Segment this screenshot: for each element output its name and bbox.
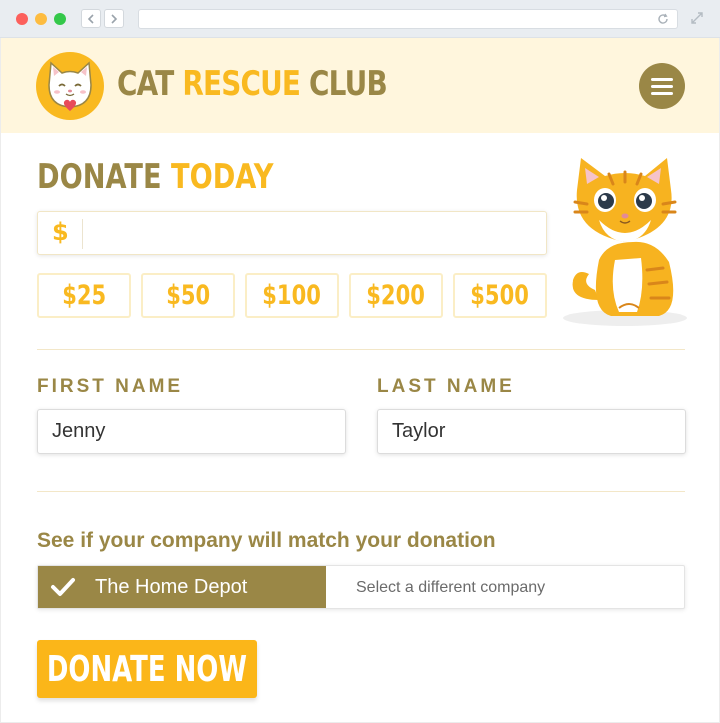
donate-heading-part2: TODAY bbox=[171, 157, 274, 197]
menu-bar bbox=[651, 91, 673, 95]
preset-amount-label: $200 bbox=[366, 280, 426, 311]
preset-amount-button[interactable]: $500 bbox=[453, 273, 547, 318]
chevron-right-icon bbox=[111, 13, 118, 24]
brand-part-rescue: RESCUE bbox=[182, 64, 310, 104]
kitten-illustration bbox=[563, 158, 687, 326]
page: CAT RESCUE CLUB DONATE TODAY $ $25 $50 $… bbox=[0, 38, 720, 723]
donate-heading-part1: DONATE bbox=[37, 157, 172, 197]
preset-amount-button[interactable]: $25 bbox=[37, 273, 131, 318]
forward-button[interactable] bbox=[104, 9, 124, 28]
address-bar[interactable] bbox=[138, 9, 678, 29]
preset-amount-label: $25 bbox=[62, 280, 106, 311]
window-minimize-dot[interactable] bbox=[35, 13, 47, 25]
hamburger-menu-button[interactable] bbox=[639, 63, 685, 109]
checkmark-icon bbox=[51, 578, 75, 596]
preset-amount-button[interactable]: $200 bbox=[349, 273, 443, 318]
preset-amount-label: $100 bbox=[262, 280, 322, 311]
company-match-prompt: See if your company will match your dona… bbox=[37, 529, 496, 552]
first-name-label: FIRST NAME bbox=[37, 376, 184, 397]
window-maximize-dot[interactable] bbox=[54, 13, 66, 25]
menu-bar bbox=[651, 84, 673, 88]
first-name-field[interactable]: Jenny bbox=[37, 409, 346, 454]
brand-part-cat: CAT bbox=[117, 64, 183, 104]
donate-now-label: DONATE NOW bbox=[46, 648, 248, 690]
preset-amount-label: $500 bbox=[470, 280, 530, 311]
last-name-label: LAST NAME bbox=[377, 376, 515, 397]
preset-amount-button[interactable]: $50 bbox=[141, 273, 235, 318]
input-divider bbox=[82, 219, 83, 249]
selected-company-option[interactable]: The Home Depot bbox=[38, 566, 326, 608]
window-close-dot[interactable] bbox=[16, 13, 28, 25]
last-name-field[interactable]: Taylor bbox=[377, 409, 686, 454]
browser-chrome bbox=[0, 0, 720, 38]
selected-company-name: The Home Depot bbox=[95, 576, 248, 598]
currency-symbol: $ bbox=[52, 218, 69, 246]
menu-bar bbox=[651, 77, 673, 81]
reload-icon[interactable] bbox=[657, 13, 669, 25]
company-match-selector: The Home Depot Select a different compan… bbox=[37, 565, 685, 609]
back-button[interactable] bbox=[81, 9, 101, 28]
select-different-company-option[interactable]: Select a different company bbox=[356, 579, 545, 597]
cat-logo-icon[interactable] bbox=[35, 51, 105, 121]
preset-amount-button[interactable]: $100 bbox=[245, 273, 339, 318]
donate-heading: DONATE TODAY bbox=[37, 156, 273, 198]
chevron-left-icon bbox=[87, 13, 94, 24]
donation-amount-input[interactable]: $ bbox=[37, 211, 547, 255]
preset-amount-label: $50 bbox=[166, 280, 210, 311]
brand-name[interactable]: CAT RESCUE CLUB bbox=[117, 62, 388, 106]
brand-part-club: CLUB bbox=[309, 64, 388, 104]
donate-now-button[interactable]: DONATE NOW bbox=[37, 640, 257, 698]
fullscreen-icon[interactable] bbox=[690, 11, 704, 25]
site-header: CAT RESCUE CLUB bbox=[1, 38, 719, 133]
section-divider bbox=[37, 491, 685, 492]
section-divider bbox=[37, 349, 685, 350]
